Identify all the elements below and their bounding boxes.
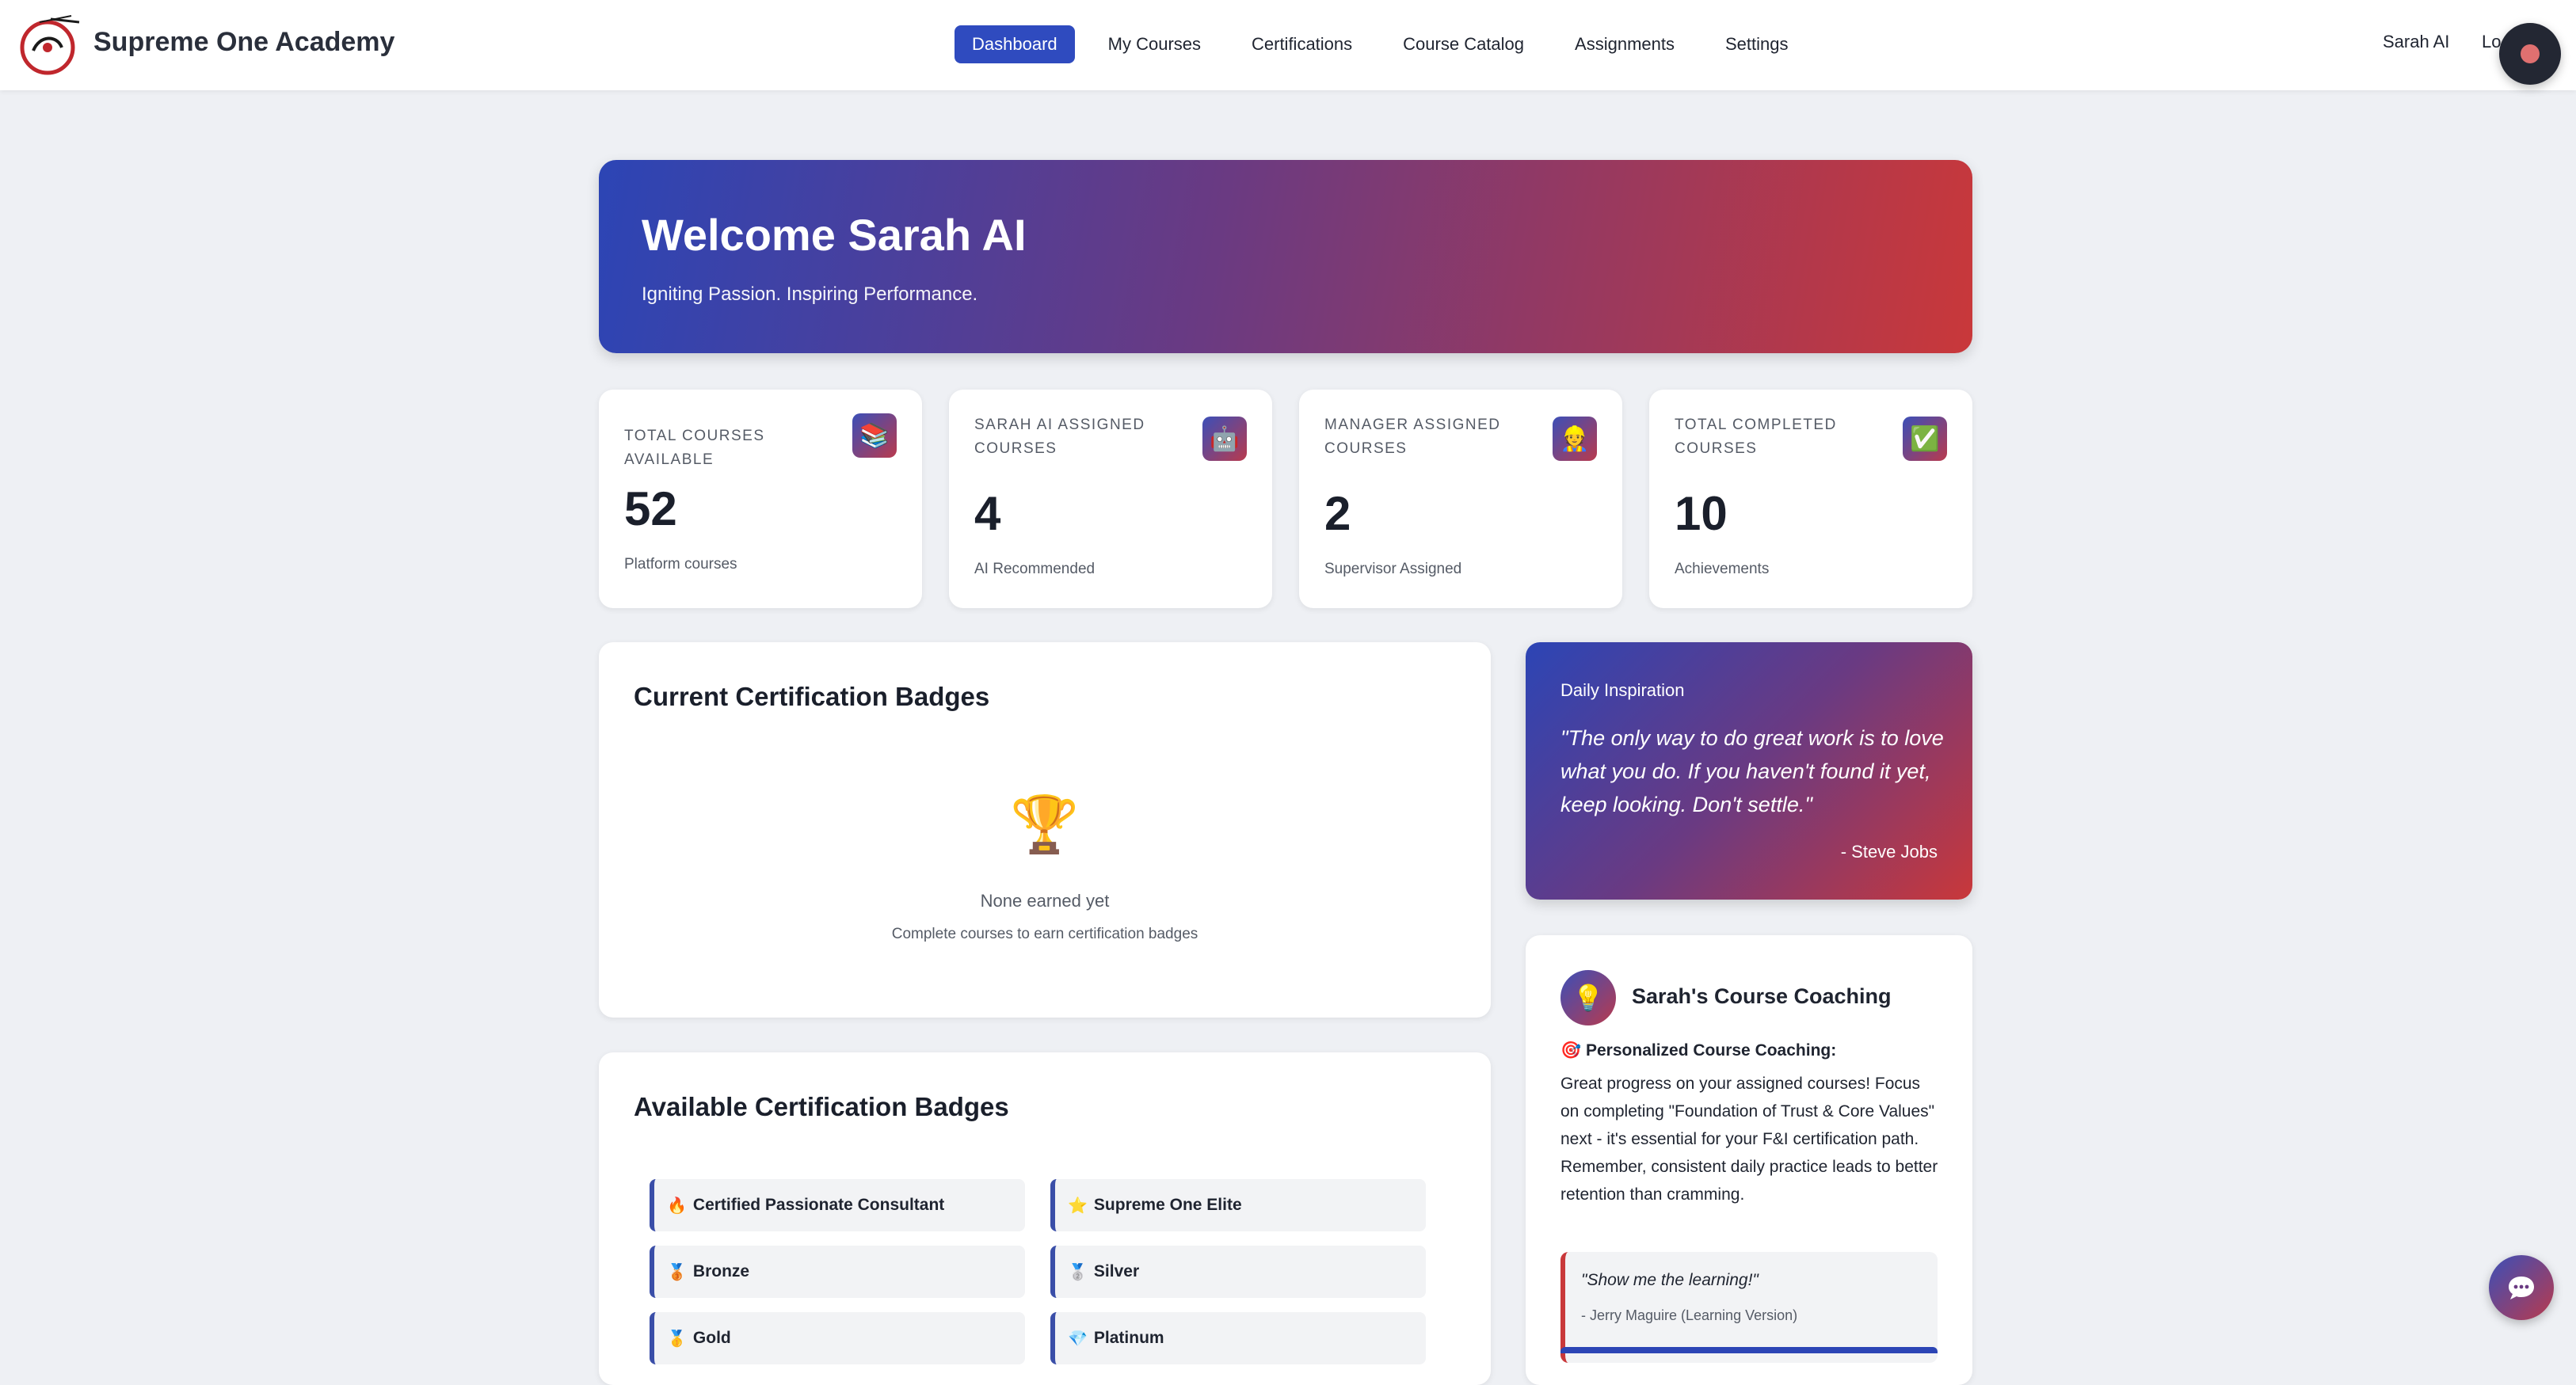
target-icon: 🎯 — [1560, 1041, 1582, 1060]
stat-note: Platform courses — [624, 556, 737, 573]
available-badges-panel: Available Certification Badges 🔥 Certifi… — [599, 1052, 1491, 1385]
nav-dashboard[interactable]: Dashboard — [955, 25, 1075, 63]
badge-label: Gold — [692, 1329, 731, 1347]
silver-medal-icon: 🥈 — [1068, 1263, 1088, 1281]
stat-value: 52 — [624, 482, 677, 535]
coaching-heading-text: Personalized Course Coaching: — [1586, 1041, 1837, 1060]
badge-label: Bronze — [692, 1262, 750, 1280]
welcome-title: Welcome Sarah AI — [642, 210, 1027, 260]
badge-label: Certified Passionate Consultant — [692, 1196, 945, 1214]
coaching-quote-text: "Show me the learning!" — [1581, 1271, 1759, 1289]
empty-state-subtitle: Complete courses to earn certification b… — [891, 926, 1198, 942]
brand-name[interactable]: Supreme One Academy — [93, 27, 394, 58]
top-navbar: Supreme One Academy Dashboard My Courses… — [0, 0, 2576, 90]
coaching-quote-author: - Jerry Maguire (Learning Version) — [1581, 1307, 1798, 1323]
academy-logo-icon[interactable] — [16, 11, 82, 78]
welcome-subtitle: Igniting Passion. Inspiring Performance. — [642, 283, 978, 305]
inspiration-quote: "The only way to do great work is to lov… — [1560, 726, 1944, 816]
badge-item[interactable]: 🥈 Silver — [1050, 1246, 1426, 1298]
fire-icon: 🔥 — [667, 1197, 687, 1215]
trophy-icon: 🏆 — [1010, 793, 1080, 855]
badge-item[interactable]: 🥉 Bronze — [650, 1246, 1025, 1298]
stat-value: 4 — [974, 487, 1001, 540]
stat-card-total-courses[interactable]: TOTAL COURSES AVAILABLE 📚 52 Platform co… — [599, 390, 922, 608]
welcome-banner: Welcome Sarah AI Igniting Passion. Inspi… — [599, 160, 1972, 353]
robot-icon: 🤖 — [1202, 417, 1247, 461]
daily-inspiration-card: Daily Inspiration "The only way to do gr… — [1526, 642, 1972, 900]
coaching-action-bar[interactable] — [1560, 1347, 1938, 1353]
coaching-quote: "Show me the learning!" - Jerry Maguire … — [1560, 1252, 1938, 1363]
stat-note: AI Recommended — [974, 561, 1096, 577]
nav-course-catalog[interactable]: Course Catalog — [1385, 25, 1541, 63]
nav-settings[interactable]: Settings — [1708, 25, 1806, 63]
coaching-heading: 🎯 Personalized Course Coaching: — [1560, 1041, 1836, 1060]
badge-item[interactable]: 🔥 Certified Passionate Consultant — [650, 1179, 1025, 1231]
coaching-body: Great progress on your assigned courses!… — [1560, 1075, 1938, 1204]
gold-medal-icon: 🥇 — [667, 1330, 687, 1348]
inspiration-title: Daily Inspiration — [1560, 680, 1685, 700]
stat-label: TOTAL COURSES AVAILABLE — [624, 428, 765, 468]
badge-label: Silver — [1093, 1262, 1140, 1280]
books-icon: 📚 — [852, 413, 897, 458]
check-icon: ✅ — [1903, 417, 1947, 461]
user-name[interactable]: Sarah AI — [2383, 32, 2449, 52]
panel-title: Available Certification Badges — [634, 1092, 1009, 1121]
stat-label: TOTAL COMPLETED COURSES — [1675, 417, 1837, 457]
bronze-medal-icon: 🥉 — [667, 1263, 687, 1281]
badge-label: Platinum — [1093, 1329, 1164, 1347]
record-dot-icon — [2521, 44, 2540, 63]
nav-assignments[interactable]: Assignments — [1557, 25, 1692, 63]
star-icon: ⭐ — [1068, 1197, 1088, 1215]
main-nav: Dashboard My Courses Certifications Cour… — [955, 25, 1821, 63]
panel-title: Current Certification Badges — [634, 682, 990, 711]
stat-label: MANAGER ASSIGNED COURSES — [1324, 417, 1501, 457]
current-badges-panel: Current Certification Badges 🏆 None earn… — [599, 642, 1491, 1018]
nav-my-courses[interactable]: My Courses — [1091, 25, 1218, 63]
badge-label: Supreme One Elite — [1093, 1196, 1242, 1214]
stat-value: 2 — [1324, 487, 1351, 540]
stat-card-ai-assigned[interactable]: SARAH AI ASSIGNED COURSES 🤖 4 AI Recomme… — [949, 390, 1272, 608]
badge-item[interactable]: 💎 Platinum — [1050, 1312, 1426, 1364]
stat-note: Supervisor Assigned — [1324, 561, 1462, 577]
diamond-icon: 💎 — [1068, 1330, 1088, 1348]
course-coaching-panel: 💡 Sarah's Course Coaching 🎯 Personalized… — [1526, 935, 1972, 1385]
chat-bubble-icon — [2509, 1277, 2534, 1299]
stat-card-completed[interactable]: TOTAL COMPLETED COURSES ✅ 10 Achievement… — [1649, 390, 1972, 608]
stat-label: SARAH AI ASSIGNED COURSES — [974, 417, 1145, 457]
stat-value: 10 — [1675, 487, 1728, 540]
nav-certifications[interactable]: Certifications — [1234, 25, 1370, 63]
badge-item[interactable]: ⭐ Supreme One Elite — [1050, 1179, 1426, 1231]
stat-note: Achievements — [1675, 561, 1770, 577]
inspiration-author: - Steve Jobs — [1840, 842, 1938, 862]
empty-state-title: None earned yet — [980, 891, 1110, 911]
stat-card-manager-assigned[interactable]: MANAGER ASSIGNED COURSES 👷 2 Supervisor … — [1299, 390, 1622, 608]
badge-item[interactable]: 🥇 Gold — [650, 1312, 1025, 1364]
record-toggle-button[interactable] — [2499, 23, 2561, 85]
coaching-title: Sarah's Course Coaching — [1632, 984, 1892, 1008]
chat-button[interactable] — [2489, 1255, 2554, 1320]
worker-icon: 👷 — [1553, 417, 1597, 461]
lightbulb-icon: 💡 — [1560, 970, 1616, 1025]
